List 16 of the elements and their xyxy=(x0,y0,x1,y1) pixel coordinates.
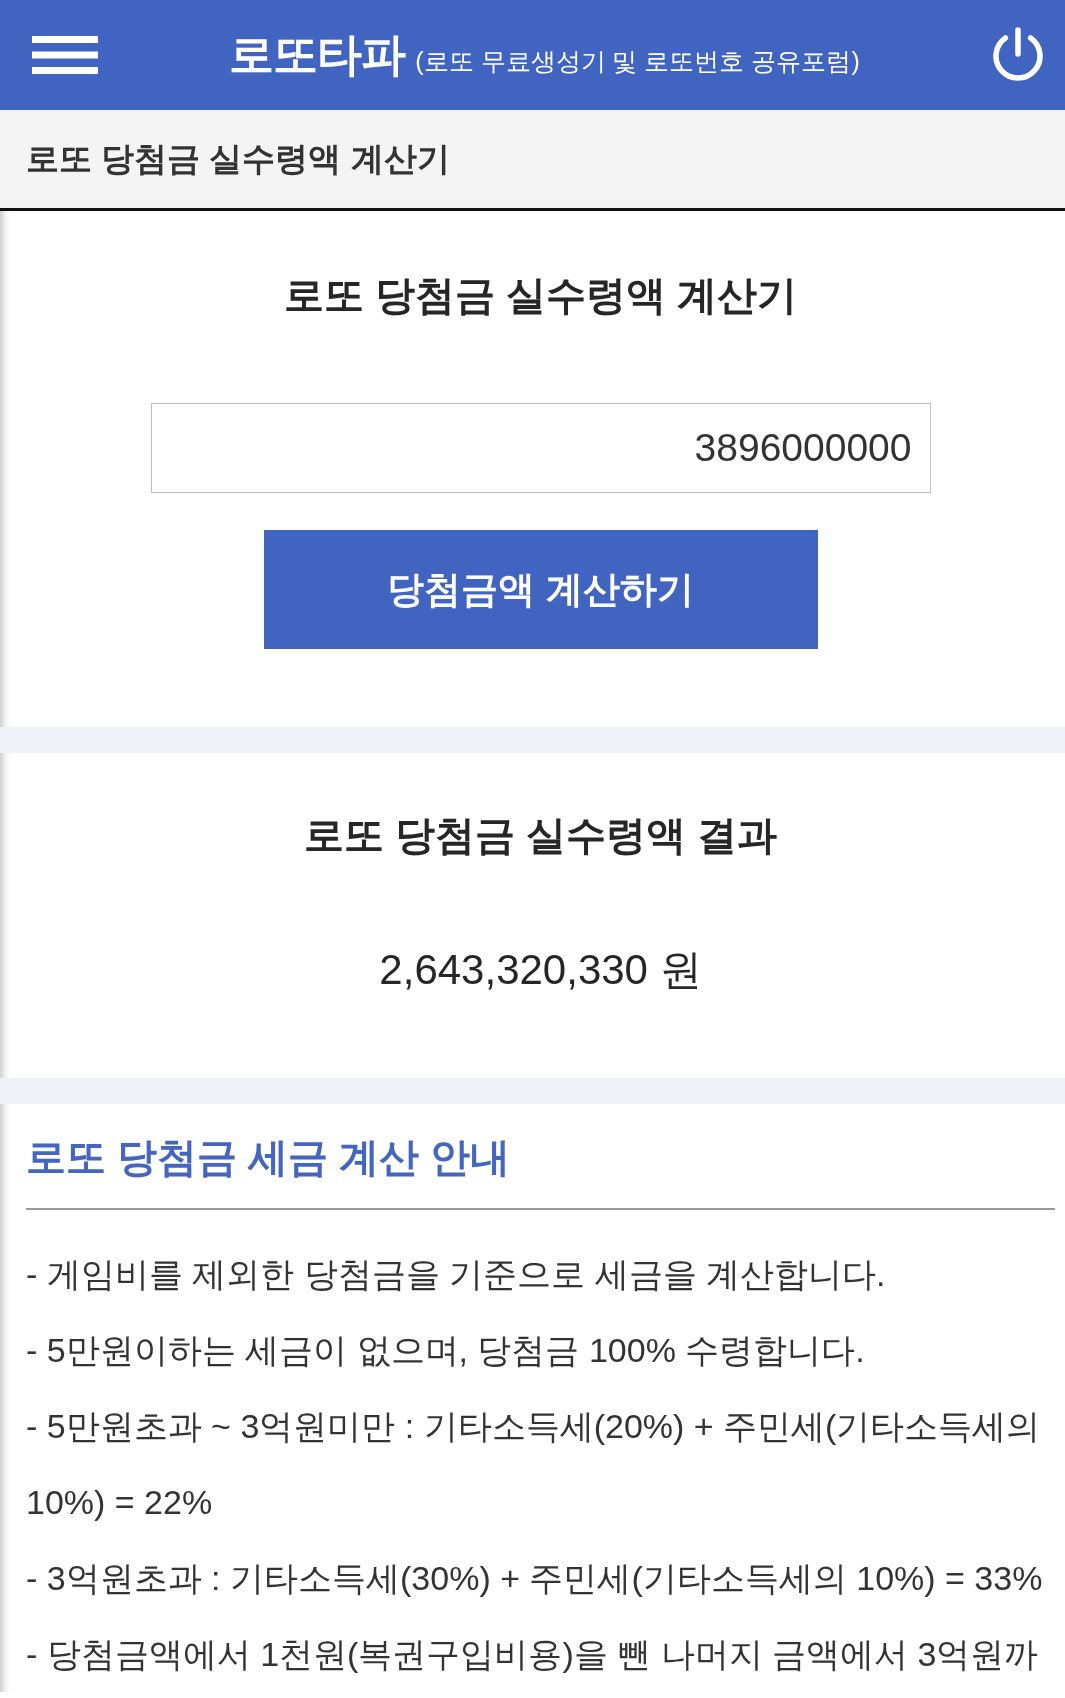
info-text: - 5만원초과 ~ 3억원미만 : 기타소득세(20%) + 주민세(기타소득세의 10%) = 22% xyxy=(26,1406,1042,1523)
calculator-title: 로또 당첨금 실수령액 계산기 xyxy=(283,272,798,319)
menu-icon[interactable] xyxy=(32,36,98,74)
power-icon[interactable] xyxy=(991,27,1045,83)
calculate-button[interactable]: 당첨금액 계산하기 xyxy=(263,530,818,649)
info-text: - 3억원초과 : 기타소득세(30%) + 주민세(기타소득세의 10%) = 33% xyxy=(26,1558,1043,1599)
result-amount: 2,643,320,330 원 xyxy=(379,946,702,994)
result-title: 로또 당첨금 실수령액 결과 xyxy=(303,812,778,859)
info-text: - 당첨금액에서 1천원(복권구입비용)을 뺀 나머지 금액에서 3억원까 xyxy=(26,1634,1039,1675)
info-text: - 게임비를 제외한 당첨금을 기준으로 세금을 계산합니다. xyxy=(26,1254,886,1295)
page-title: 로또 당첨금 실수령액 계산기 xyxy=(26,139,450,180)
info-text: - 5만원이하는 세금이 없으며, 당첨금 100% 수령합니다. xyxy=(26,1330,865,1371)
info-heading: 로또 당첨금 세금 계산 안내 xyxy=(26,1134,511,1181)
amount-input[interactable]: 3896000000 xyxy=(150,403,931,493)
site-title[interactable]: 로또타파 xyxy=(229,30,406,80)
site-subtitle: (로또 무료생성기 및 로또번호 공유포럼) xyxy=(415,48,860,76)
